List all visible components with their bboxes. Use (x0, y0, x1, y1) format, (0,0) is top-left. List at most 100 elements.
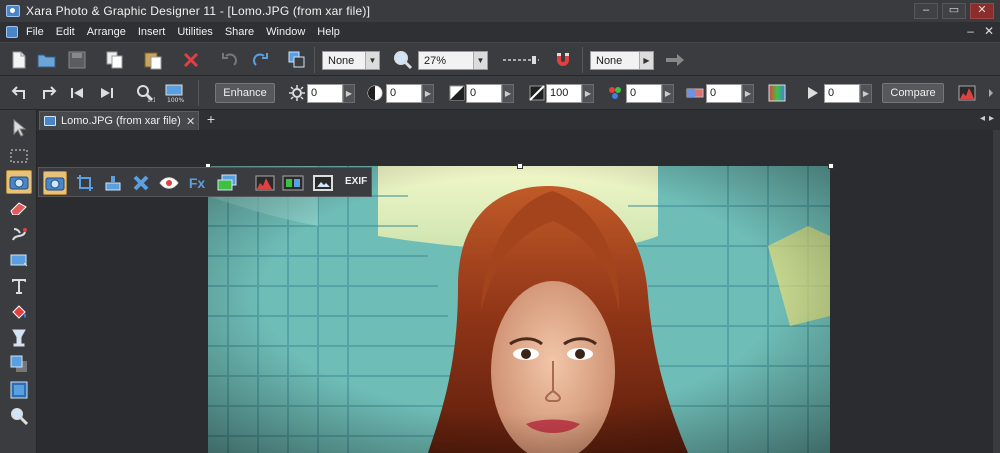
zoom-100-icon[interactable]: 100% (164, 82, 186, 104)
bring-front-icon[interactable] (286, 49, 308, 71)
text-tool-icon[interactable] (6, 274, 32, 298)
rotate-left-icon[interactable] (8, 82, 30, 104)
last-frame-icon[interactable] (96, 82, 118, 104)
tab-close-icon[interactable]: ✕ (186, 115, 195, 128)
photo-tool-icon[interactable] (6, 170, 32, 194)
tab-scroll-controls: ◂ ▸ (980, 113, 994, 124)
menu-arrange[interactable]: Arrange (87, 26, 126, 38)
scroll-right-icon[interactable]: ▸ (989, 113, 994, 124)
line-width-icon[interactable] (502, 49, 540, 71)
compare-button[interactable]: Compare (882, 83, 944, 103)
delete-icon[interactable] (180, 49, 202, 71)
contrast-input[interactable]: 0 (386, 84, 422, 103)
zoom-fit-icon[interactable]: 1:1 (134, 82, 156, 104)
clone-icon[interactable] (101, 171, 125, 195)
selection-handle-top[interactable] (517, 163, 523, 169)
separator (582, 47, 583, 73)
bevel-tool-icon[interactable] (6, 378, 32, 402)
exposure-spin[interactable]: ▶ (502, 84, 514, 103)
new-file-icon[interactable] (8, 49, 30, 71)
histogram-tool-icon[interactable] (253, 171, 277, 195)
rotate-right-icon[interactable] (38, 82, 60, 104)
redo-icon[interactable] (250, 49, 272, 71)
photo-image[interactable] (208, 166, 830, 453)
layers-icon[interactable] (215, 171, 239, 195)
zoom-value: 27% (424, 54, 447, 67)
sharpness-spin[interactable]: ▶ (860, 84, 872, 103)
menu-utilities[interactable]: Utilities (177, 26, 212, 38)
saturation-spin[interactable]: ▶ (662, 84, 674, 103)
photo-doc-icon (44, 116, 56, 126)
first-frame-icon[interactable] (66, 82, 88, 104)
save-icon[interactable] (66, 49, 88, 71)
chevron-down-icon[interactable]: ▼ (473, 52, 487, 69)
arrow-right-icon[interactable] (664, 49, 686, 71)
minimize-button[interactable]: – (914, 3, 938, 19)
sharpness-input[interactable]: 0 (824, 84, 860, 103)
close-button[interactable]: ✕ (970, 3, 994, 19)
zoom-select[interactable]: 27% ▼ (418, 51, 488, 70)
temperature-spin[interactable]: ▶ (742, 84, 754, 103)
menu-edit[interactable]: Edit (56, 26, 75, 38)
menu-insert[interactable]: Insert (138, 26, 166, 38)
zoom-tool-icon[interactable] (6, 404, 32, 428)
more-icon[interactable] (984, 82, 998, 104)
brightness-input[interactable]: 0 (307, 84, 343, 103)
magnet-icon[interactable] (552, 49, 574, 71)
standard-toolbar: None ▼ 27% ▼ None ▶ (0, 42, 1000, 76)
rectangle-tool-icon[interactable] (6, 248, 32, 272)
color-balance-icon[interactable] (766, 82, 788, 104)
levels-spin[interactable]: ▶ (582, 84, 594, 103)
exposure-input[interactable]: 0 (466, 84, 502, 103)
svg-text:100%: 100% (167, 97, 184, 103)
document-icon[interactable] (6, 26, 18, 38)
copy-icon[interactable] (104, 49, 126, 71)
contrast-spin[interactable]: ▶ (422, 84, 434, 103)
selection-handle-top-right[interactable] (828, 163, 834, 169)
levels-input[interactable]: 100 (546, 84, 582, 103)
photo-select-icon[interactable] (43, 171, 67, 195)
brightness-icon (286, 82, 308, 104)
menu-file[interactable]: File (26, 26, 44, 38)
menu-help[interactable]: Help (317, 26, 340, 38)
maximize-button[interactable]: ▭ (942, 3, 966, 19)
chevron-down-icon[interactable]: ▼ (365, 52, 379, 69)
exif-button[interactable]: EXIF (345, 176, 367, 187)
fill-tool-icon[interactable] (6, 300, 32, 324)
paste-icon[interactable] (142, 49, 164, 71)
scroll-left-icon[interactable]: ◂ (980, 113, 985, 124)
temperature-input[interactable]: 0 (706, 84, 742, 103)
brightness-spin[interactable]: ▶ (343, 84, 355, 103)
transparency-tool-icon[interactable] (6, 326, 32, 350)
line-style-select[interactable]: None ▼ (322, 51, 380, 70)
fx-icon[interactable]: Fx (185, 171, 209, 195)
menu-window[interactable]: Window (266, 26, 305, 38)
zoom-icon[interactable] (392, 49, 414, 71)
eraser-tool-icon[interactable] (6, 196, 32, 220)
undo-icon[interactable] (218, 49, 240, 71)
window-title: Xara Photo & Graphic Designer 11 - [Lomo… (26, 4, 371, 18)
photo-frame-icon[interactable] (311, 171, 335, 195)
vertical-scrollbar[interactable] (993, 130, 1000, 453)
marquee-tool-icon[interactable] (6, 144, 32, 168)
filmstrip-icon[interactable] (281, 171, 305, 195)
open-file-icon[interactable] (36, 49, 58, 71)
histogram-icon[interactable] (956, 82, 978, 104)
exposure-icon (446, 82, 468, 104)
magic-erase-icon[interactable] (129, 171, 153, 195)
add-tab-button[interactable]: + (203, 111, 219, 128)
red-eye-icon[interactable] (157, 171, 181, 195)
doc-close-button[interactable]: ✕ (984, 24, 994, 38)
saturation-input[interactable]: 0 (626, 84, 662, 103)
chevron-right-icon[interactable]: ▶ (639, 52, 653, 69)
fill-type-select[interactable]: None ▶ (590, 51, 654, 70)
crop-icon[interactable] (73, 171, 97, 195)
tab-label: Lomo.JPG (from xar file) (61, 115, 181, 127)
tab-lomo[interactable]: Lomo.JPG (from xar file) ✕ (39, 111, 199, 130)
doc-minimize-button[interactable]: – (967, 24, 974, 38)
menu-share[interactable]: Share (225, 26, 254, 38)
freehand-tool-icon[interactable] (6, 222, 32, 246)
enhance-button[interactable]: Enhance (215, 83, 275, 103)
selector-tool-icon[interactable] (6, 116, 32, 140)
shadow-tool-icon[interactable] (6, 352, 32, 376)
